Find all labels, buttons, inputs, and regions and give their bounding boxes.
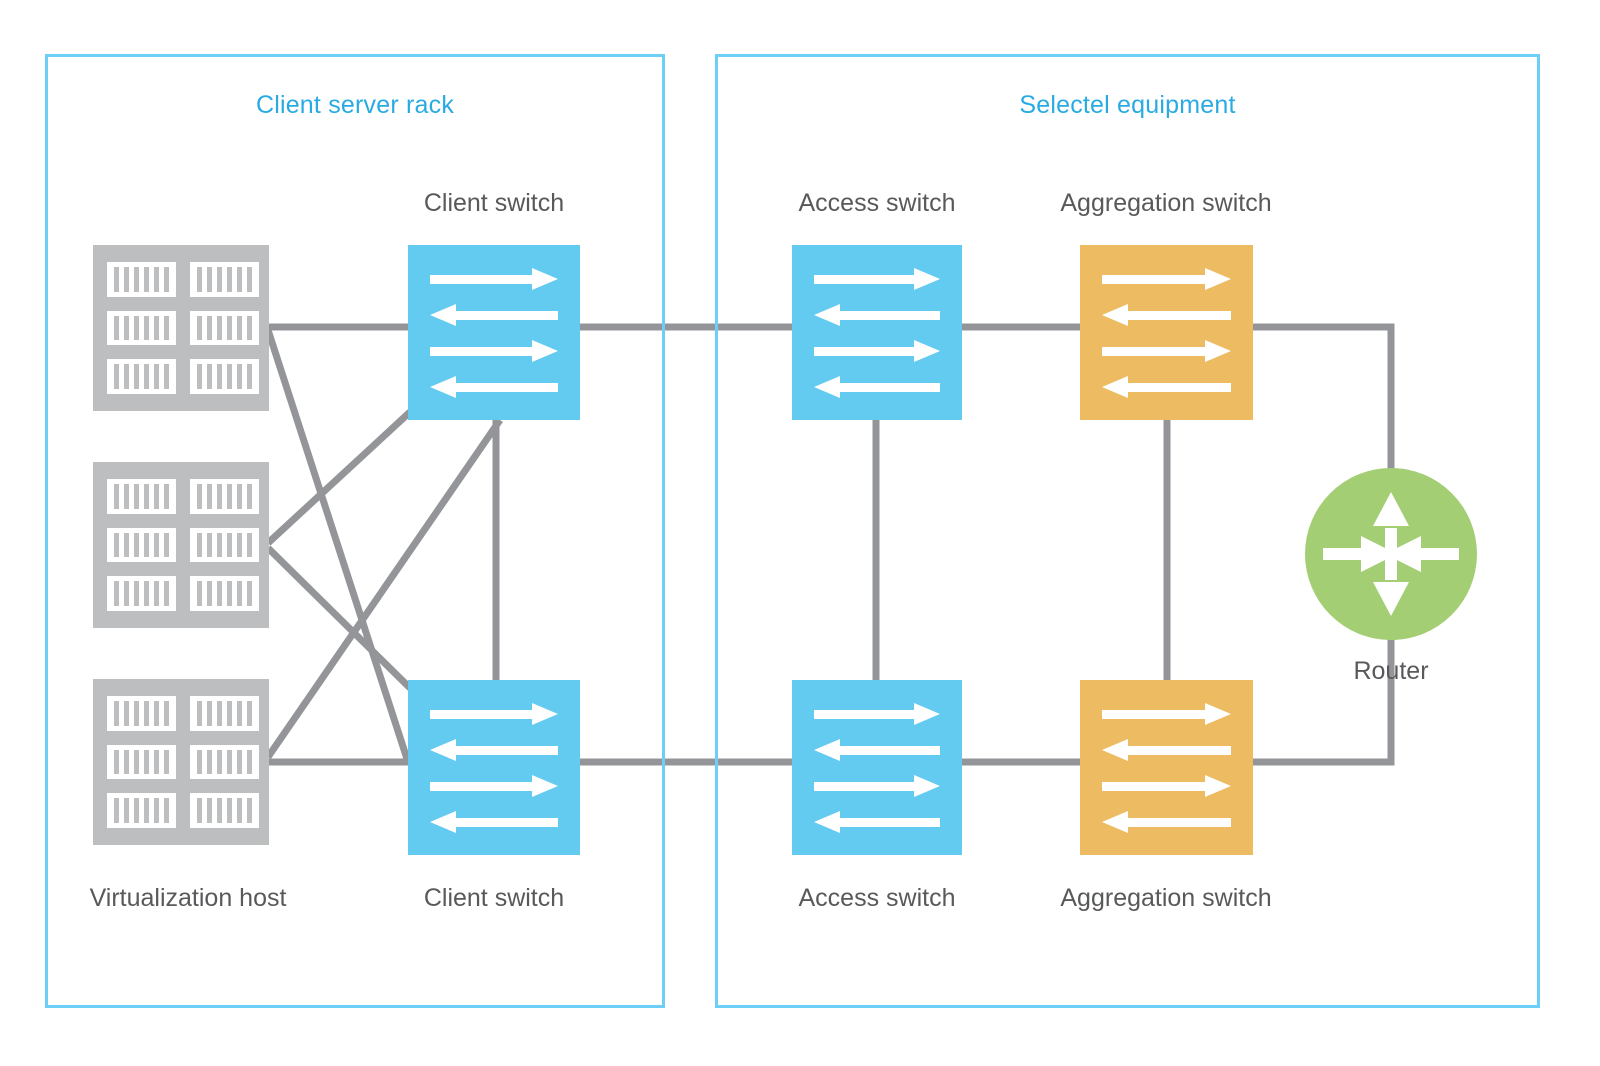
router-label: Router xyxy=(1353,657,1429,685)
rack-unit xyxy=(190,576,259,611)
switch-arrow-left xyxy=(430,303,558,326)
rack-unit xyxy=(190,262,259,297)
switch-arrow-left xyxy=(814,303,940,326)
switch-arrow-right xyxy=(430,702,558,725)
rack-unit xyxy=(107,744,176,780)
client-switch-top-label: Client switch xyxy=(423,189,565,217)
switch-arrow-left xyxy=(430,375,558,398)
rack-unit xyxy=(107,479,176,514)
switch-arrow-left xyxy=(814,375,940,398)
zone-title-selectel: Selectel equipment xyxy=(1019,91,1236,119)
switch-arrow-right xyxy=(430,339,558,362)
switch-arrow-left xyxy=(1102,375,1231,398)
router-arrows xyxy=(1323,492,1459,616)
aggregation-switch-bottom-label: Aggregation switch xyxy=(1060,884,1272,912)
access-switch-top[interactable] xyxy=(792,245,962,420)
aggregation-switch-bottom[interactable] xyxy=(1080,680,1253,855)
server-rack-icon[interactable] xyxy=(93,245,269,411)
server-rack-icon[interactable] xyxy=(93,462,269,628)
switch-arrow-left xyxy=(1102,738,1231,761)
client-switch-bottom-label: Client switch xyxy=(423,884,565,912)
switch-arrow-right xyxy=(1102,774,1231,797)
rack-unit xyxy=(107,310,176,346)
rack-unit xyxy=(190,744,259,780)
client-switch-bottom[interactable] xyxy=(408,680,580,855)
rack-unit xyxy=(190,793,259,828)
access-switch-top-label: Access switch xyxy=(798,189,956,217)
switch-arrow-right xyxy=(1102,267,1231,290)
diagram-canvas: Client server rack Selectel equipment Cl… xyxy=(0,0,1600,1066)
rack-unit xyxy=(107,576,176,611)
access-switch-bottom[interactable] xyxy=(792,680,962,855)
rack-unit xyxy=(190,527,259,563)
switch-arrow-left xyxy=(814,738,940,761)
switch-arrow-right xyxy=(1102,339,1231,362)
switch-arrow-right xyxy=(430,267,558,290)
aggregation-switch-top-label: Aggregation switch xyxy=(1060,189,1272,217)
zone-title-client: Client server rack xyxy=(255,91,455,119)
switch-arrow-right xyxy=(814,339,940,362)
switch-arrow-left xyxy=(430,810,558,833)
switch-arrow-right xyxy=(814,774,940,797)
rack-unit xyxy=(107,696,176,731)
aggregation-switch-top[interactable] xyxy=(1080,245,1253,420)
rack-unit xyxy=(107,793,176,828)
router-icon[interactable] xyxy=(1305,468,1477,640)
switch-arrow-right xyxy=(814,702,940,725)
rack-unit xyxy=(190,359,259,394)
client-switch-top[interactable] xyxy=(408,245,580,420)
access-switch-bottom-label: Access switch xyxy=(798,884,956,912)
rack-unit xyxy=(107,527,176,563)
switch-arrow-left xyxy=(1102,810,1231,833)
switch-arrow-right xyxy=(430,774,558,797)
server-rack-icon[interactable] xyxy=(93,679,269,845)
rack-unit xyxy=(190,310,259,346)
rack-unit xyxy=(190,696,259,731)
switch-arrow-left xyxy=(430,738,558,761)
virtualization-host-label: Virtualization host xyxy=(89,884,287,912)
rack-unit xyxy=(107,262,176,297)
switch-arrow-left xyxy=(814,810,940,833)
rack-unit xyxy=(190,479,259,514)
switch-arrow-right xyxy=(814,267,940,290)
rack-unit xyxy=(107,359,176,394)
switch-arrow-right xyxy=(1102,702,1231,725)
switch-arrow-left xyxy=(1102,303,1231,326)
